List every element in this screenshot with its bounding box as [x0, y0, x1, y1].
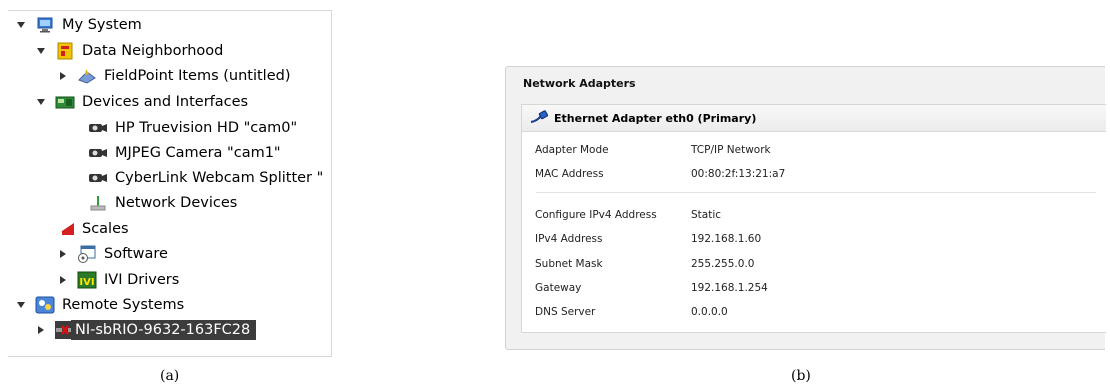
property-label: Subnet Mask — [535, 258, 603, 270]
expand-icon[interactable] — [35, 324, 47, 336]
network-adapters-title: Network Adapters — [523, 77, 636, 90]
section-divider — [536, 192, 1096, 193]
tree-item-label: HP Truevision HD "cam0" — [115, 119, 298, 136]
remote-systems-icon — [35, 296, 55, 314]
property-value: 0.0.0.0 — [691, 306, 728, 318]
tree-item-label: MJPEG Camera "cam1" — [115, 144, 281, 161]
tree-item-label: NI-sbRIO-9632-163FC28 — [71, 319, 257, 340]
property-value: Static — [691, 209, 722, 221]
camera-icon — [88, 119, 108, 137]
tree-item-ni-sbrio[interactable]: NI-sbRIO-9632-163FC28 — [35, 317, 257, 342]
tree-item-hp-truevision[interactable]: HP Truevision HD "cam0" — [88, 115, 297, 140]
ivi-drivers-icon: IVI — [77, 271, 97, 289]
property-label: MAC Address — [535, 168, 604, 180]
collapse-icon[interactable] — [15, 19, 27, 31]
computer-icon — [35, 16, 55, 34]
expand-icon[interactable] — [57, 70, 69, 82]
tree-item-label: Software — [104, 245, 168, 262]
data-neighborhood-icon — [55, 42, 75, 60]
property-label: Adapter Mode — [535, 144, 609, 156]
tree-item-label: Remote Systems — [62, 296, 185, 313]
tree-item-label: FieldPoint Items (untitled) — [104, 67, 291, 84]
property-label: Gateway — [535, 282, 582, 294]
tree-item-software[interactable]: Software — [57, 241, 168, 266]
adapter-name: Ethernet Adapter eth0 (Primary) — [554, 111, 757, 125]
property-value: 00:80:2f:13:21:a7 — [691, 168, 786, 180]
tree-item-data-neighborhood[interactable]: Data Neighborhood — [35, 38, 223, 63]
tree-item-scales[interactable]: Scales — [55, 216, 129, 241]
property-label: IPv4 Address — [535, 233, 603, 245]
tree-item-cyberlink-webcam-splitter[interactable]: CyberLink Webcam Splitter " — [88, 165, 323, 190]
network-devices-icon — [88, 194, 108, 212]
devices-icon — [55, 93, 75, 111]
tree-item-label: CyberLink Webcam Splitter " — [115, 169, 324, 186]
tree-item-devices-and-interfaces[interactable]: Devices and Interfaces — [35, 89, 248, 114]
tree-item-label: IVI Drivers — [104, 271, 180, 288]
property-value: 192.168.1.60 — [691, 233, 762, 245]
adapter-section: Ethernet Adapter eth0 (Primary) Adapter … — [521, 104, 1106, 333]
caption-b: (b) — [791, 368, 811, 384]
caption-a: (a) — [160, 368, 180, 384]
collapse-icon[interactable] — [35, 96, 47, 108]
camera-icon — [88, 144, 108, 162]
tree-item-label: Data Neighborhood — [82, 42, 224, 59]
collapse-icon[interactable] — [35, 45, 47, 57]
ethernet-adapter-icon — [530, 109, 549, 128]
system-tree: My System Data Neighborhood FieldPoint I… — [8, 10, 332, 357]
network-adapters-panel: Network Adapters Ethernet Adapter eth0 (… — [505, 66, 1106, 350]
svg-text:IVI: IVI — [79, 277, 94, 288]
software-icon — [77, 245, 97, 263]
scales-icon — [55, 220, 75, 238]
tree-item-network-devices[interactable]: Network Devices — [88, 190, 237, 215]
tree-item-remote-systems[interactable]: Remote Systems — [15, 292, 184, 317]
tree-item-label: My System — [62, 16, 142, 33]
expand-icon[interactable] — [57, 274, 69, 286]
camera-icon — [88, 169, 108, 187]
tree-item-ivi-drivers[interactable]: IVI IVI Drivers — [57, 267, 179, 292]
fieldpoint-icon — [77, 67, 97, 85]
tree-item-label: Devices and Interfaces — [82, 93, 249, 110]
tree-item-fieldpoint-items[interactable]: FieldPoint Items (untitled) — [57, 63, 291, 88]
property-label: Configure IPv4 Address — [535, 209, 657, 221]
tree-item-label: Network Devices — [115, 194, 238, 211]
adapter-header[interactable]: Ethernet Adapter eth0 (Primary) — [522, 105, 1106, 132]
property-value: TCP/IP Network — [691, 144, 771, 156]
expand-icon[interactable] — [57, 248, 69, 260]
tree-item-label: Scales — [82, 220, 129, 237]
property-value: 192.168.1.254 — [691, 282, 768, 294]
property-value: 255.255.0.0 — [691, 258, 755, 270]
tree-item-mjpeg-camera[interactable]: MJPEG Camera "cam1" — [88, 140, 281, 165]
tree-item-my-system[interactable]: My System — [15, 12, 142, 37]
property-label: DNS Server — [535, 306, 596, 318]
collapse-icon[interactable] — [15, 299, 27, 311]
